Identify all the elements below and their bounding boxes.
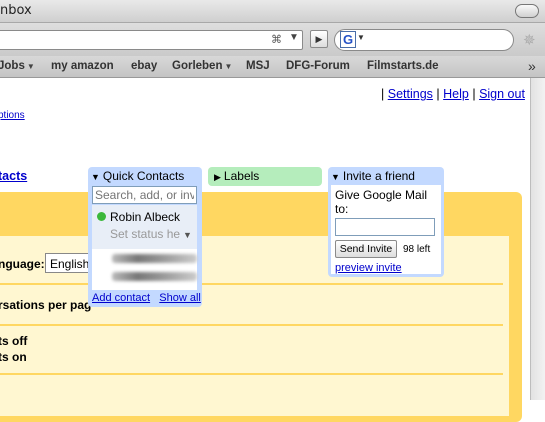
url-history-dropdown-icon[interactable]: ▼	[289, 32, 299, 43]
account-links: | Settings | Help | Sign out	[381, 87, 525, 101]
bookmark-label: my amazon	[51, 60, 114, 72]
bookmark-label: MSJ	[246, 60, 270, 72]
online-status-icon	[97, 212, 106, 221]
contacts-link[interactable]: tacts	[0, 169, 27, 183]
google-search-engine-icon[interactable]: G	[340, 31, 356, 48]
bookmark-dfg-forum[interactable]: DFG-Forum	[286, 60, 350, 72]
language-label: nguage:	[0, 257, 45, 271]
show-all-link[interactable]: Show all	[159, 292, 201, 304]
link-separator: |	[472, 87, 476, 101]
toolbar-toggle-button[interactable]	[515, 4, 539, 18]
chevron-down-icon: ▼	[224, 62, 233, 71]
triangle-down-icon: ▼	[331, 172, 340, 182]
window-title-bar	[0, 0, 545, 23]
preview-invite-link[interactable]: preview invite	[335, 262, 402, 274]
divider	[0, 373, 503, 375]
bookmark-label: DFG-Forum	[286, 60, 350, 72]
bookmark-msj[interactable]: MSJ	[246, 60, 270, 72]
contact-list-item[interactable]	[112, 254, 197, 263]
url-field[interactable]	[0, 30, 303, 50]
bookmark-filmstarts[interactable]: Filmstarts.de	[367, 60, 439, 72]
help-link[interactable]: Help	[443, 87, 469, 101]
invites-left-count: 98 left	[403, 244, 431, 255]
rss-icon[interactable]: ⌘	[271, 33, 282, 46]
bookmark-label: Filmstarts.de	[367, 60, 439, 72]
divider	[0, 283, 503, 285]
go-button[interactable]: ▶	[310, 30, 328, 48]
settings-link[interactable]: Settings	[388, 87, 433, 101]
window-title: nbox	[0, 3, 32, 18]
loading-spinner-icon: ✵	[523, 32, 536, 49]
bookmark-my-amazon[interactable]: my amazon	[51, 60, 114, 72]
search-engine-dropdown-icon[interactable]: ▼	[357, 33, 365, 42]
vertical-scrollbar[interactable]	[530, 78, 545, 400]
bookmark-label: ebay	[131, 60, 158, 72]
option-on-label[interactable]: ts on	[0, 350, 27, 364]
invite-email-input[interactable]	[335, 218, 435, 236]
bookmark-jobs[interactable]: Jobs ▼	[0, 60, 35, 72]
bookmarks-overflow-icon[interactable]: »	[528, 58, 536, 74]
link-separator: |	[381, 87, 385, 101]
bookmark-gorleben[interactable]: Gorleben ▼	[172, 60, 232, 72]
status-dropdown-icon[interactable]: ▼	[183, 230, 192, 240]
invite-prompt: Give Google Mail to:	[335, 188, 428, 216]
invite-title: Invite a friend	[342, 169, 415, 183]
triangle-down-icon: ▼	[91, 172, 100, 182]
send-invite-button[interactable]: Send Invite	[335, 240, 397, 258]
options-link[interactable]: ptions	[0, 110, 25, 121]
labels-header[interactable]: ▶ Labels	[214, 169, 259, 183]
add-contact-link[interactable]: Add contact	[92, 292, 150, 304]
my-name: Robin Albeck	[110, 210, 181, 224]
status-message-input[interactable]: Set status he	[110, 227, 180, 241]
quick-contacts-title: Quick Contacts	[102, 169, 185, 183]
bookmarks-bar: Jobs ▼ my amazon ebay Gorleben ▼ MSJ DFG-F…	[0, 56, 545, 78]
bookmark-label: Gorleben	[172, 60, 223, 72]
link-separator: |	[436, 87, 440, 101]
labels-title: Labels	[223, 169, 260, 183]
invite-header[interactable]: ▼ Invite a friend	[331, 169, 415, 183]
quick-contacts-header[interactable]: ▼ Quick Contacts	[91, 169, 184, 183]
contact-search-input[interactable]	[92, 186, 197, 204]
conversations-per-page-label: rsations per pag	[0, 298, 92, 312]
divider	[0, 324, 503, 326]
bookmark-ebay[interactable]: ebay	[131, 60, 157, 72]
sign-out-link[interactable]: Sign out	[479, 87, 525, 101]
option-off-label[interactable]: ts off	[0, 334, 27, 348]
chevron-down-icon: ▼	[26, 62, 35, 71]
bookmark-label: Jobs	[0, 60, 25, 72]
contact-list-item[interactable]	[112, 272, 197, 281]
triangle-right-icon: ▶	[214, 172, 221, 182]
quick-contacts-footer: Add contact Show all	[92, 292, 201, 304]
